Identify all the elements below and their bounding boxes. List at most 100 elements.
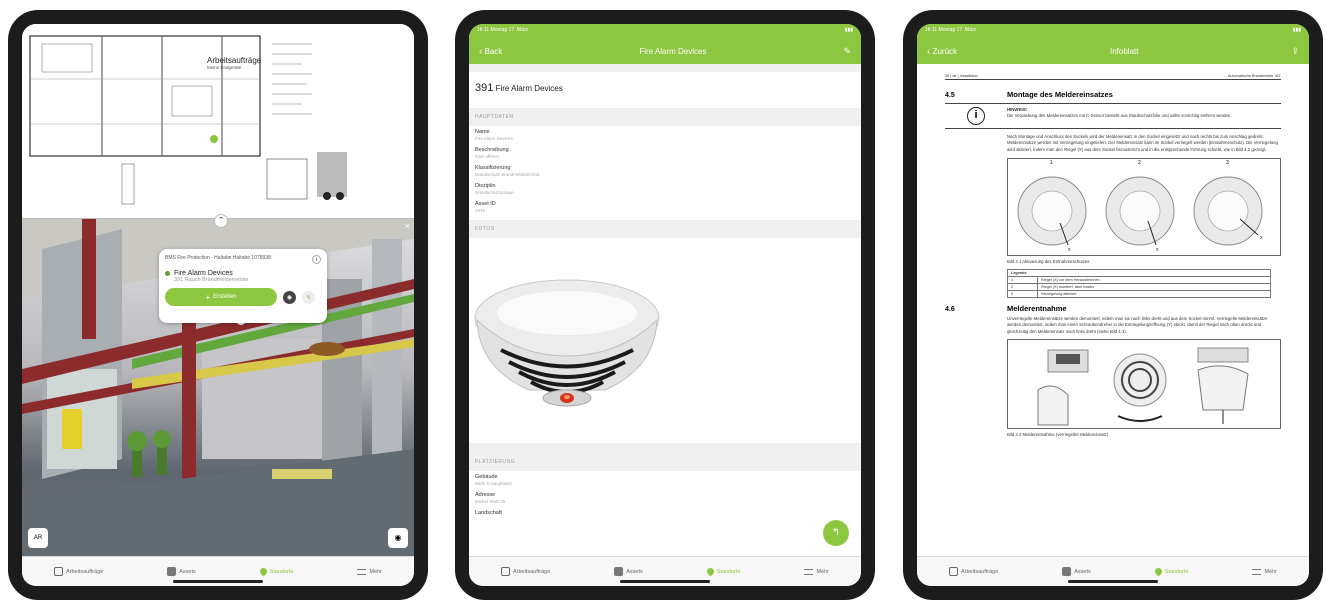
pin-icon <box>258 566 269 577</box>
field-building[interactable]: Gebäude Werk 5 Hauptwerk <box>469 471 861 489</box>
chevron-up-icon: ⌃ <box>218 217 224 224</box>
status-bar: 16:11 Montag 17. März ▮▮▮ <box>469 24 861 38</box>
back-button[interactable]: ‹ Zurück <box>927 46 957 57</box>
section-4-5-title: Montage des Meldereinsatzes <box>1007 90 1113 99</box>
main-fields: Name Fire Alarm Devices Beschreibung Ihrer… <box>469 126 861 216</box>
page-title: Fire Alarm Devices <box>639 46 707 56</box>
popup-header: BMS Fire Protection - Haltabe Haltabe 10… <box>165 255 271 261</box>
create-button[interactable]: + Erstellen <box>165 288 277 306</box>
tab-more[interactable]: Mehr <box>804 568 829 575</box>
section-main-data: HAUPTDATEN <box>469 108 861 126</box>
cube-icon <box>167 567 177 576</box>
figure-number-3: 3 <box>1226 160 1229 167</box>
info-icon: i <box>967 107 985 125</box>
menu-icon <box>804 568 814 575</box>
tab-work-orders[interactable]: Arbeitsaufträge <box>948 567 998 576</box>
info-icon[interactable]: i <box>312 255 321 264</box>
compass-icon[interactable]: ◉ <box>283 290 296 304</box>
tab-assets[interactable]: Assets <box>167 567 196 576</box>
home-indicator <box>620 580 710 583</box>
svg-text:x: x <box>1068 247 1071 253</box>
home-indicator <box>173 580 263 583</box>
figure-removal <box>1007 339 1281 430</box>
field-discipline[interactable]: Disziplin Brandschutzanlage <box>469 180 861 198</box>
cube-icon <box>1062 567 1072 576</box>
screen-ar: Arbeitsaufträge Meine Endgeräte ⌃ BMS Fi… <box>22 24 414 586</box>
smoke-detector-photo[interactable] <box>469 238 861 443</box>
screen-datasheet: 16:11 Montag 17. März ▮▮▮ ‹ Zurück Infobl… <box>917 24 1309 586</box>
ar-badge[interactable]: AR <box>28 528 48 548</box>
tab-work-orders[interactable]: Arbeitsaufträge <box>53 567 103 576</box>
figure-number-1: 1 <box>1050 160 1053 167</box>
tablet-ar-view: Arbeitsaufträge Meine Endgeräte ⌃ BMS Fi… <box>8 10 428 600</box>
tools-icon <box>948 567 958 576</box>
battery-icon: ▮▮▮ <box>844 27 853 33</box>
page-title: Infoblatt <box>1110 46 1139 56</box>
section-4-5-number: 4.5 <box>945 92 955 99</box>
tools-icon <box>53 567 63 576</box>
plus-icon: + <box>205 292 211 302</box>
section-4-6-title: Melderentnahme <box>1007 303 1067 313</box>
screen-asset-detail: 16:11 Montag 17. März ▮▮▮ ‹ Back Fire Ala… <box>469 24 861 586</box>
floor-plan[interactable]: Arbeitsaufträge Meine Endgeräte <box>22 24 414 219</box>
location-fields: Gebäude Werk 5 Hauptwerk Adresse Michel Wa… <box>469 471 861 519</box>
tab-locations[interactable]: Standorte <box>705 566 741 577</box>
eye-toggle-button[interactable]: ◉ <box>388 528 408 548</box>
close-icon[interactable]: × <box>405 221 410 231</box>
paragraph-removal: Unverriegelte Meldereinsätze werden demo… <box>1007 315 1268 334</box>
status-bar: 16:11 Montag 17. März ▮▮▮ <box>917 24 1309 38</box>
pin-icon <box>705 566 716 577</box>
field-address[interactable]: Adresse Michel Walz 25 <box>469 489 861 507</box>
pin-icon <box>1153 566 1164 577</box>
tab-work-orders[interactable]: Arbeitsaufträge <box>500 567 550 576</box>
field-name[interactable]: Name Fire Alarm Devices <box>469 126 861 144</box>
field-landscape[interactable]: Landschaft <box>469 507 861 519</box>
figure-mounting: x x x 1 2 3 <box>1007 158 1281 257</box>
nav-bar: ‹ Back Fire Alarm Devices ✎ <box>469 38 861 64</box>
tab-more[interactable]: Mehr <box>1252 568 1277 575</box>
eye-icon: ◉ <box>394 533 402 542</box>
asset-popup[interactable]: BMS Fire Protection - Haltabe Haltabe 10… <box>159 249 327 323</box>
section-location: PLATZIERUNG <box>469 453 861 471</box>
tablet-asset-detail: 16:11 Montag 17. März ▮▮▮ ‹ Back Fire Ala… <box>455 10 875 600</box>
cube-icon <box>614 567 624 576</box>
doc-header-left: 26 | de | Installation <box>945 74 978 78</box>
tab-locations[interactable]: Standorte <box>258 566 294 577</box>
plan-title: Arbeitsaufträge <box>207 56 262 65</box>
asset-heading: 391 Fire Alarm Devices <box>475 82 563 94</box>
route-icon[interactable]: ↯ <box>302 290 315 304</box>
tab-assets[interactable]: Assets <box>1062 567 1091 576</box>
ar-camera-view[interactable]: BMS Fire Protection - Haltabe Haltabe 10… <box>22 219 414 556</box>
paragraph-mounting: Nach Montage und Anschluss des Sockels w… <box>1007 134 1278 152</box>
figure-number-2: 2 <box>1138 160 1141 167</box>
popup-subtitle: 391 Rauch Brandmeldemelder <box>174 277 249 283</box>
tablet-datasheet: 16:11 Montag 17. März ▮▮▮ ‹ Zurück Infobl… <box>903 10 1323 600</box>
tab-locations[interactable]: Standorte <box>1153 566 1189 577</box>
svg-text:x: x <box>1260 235 1263 241</box>
field-description[interactable]: Beschreibung Ihrer offener <box>469 144 861 162</box>
field-classification[interactable]: Klassifizierung Brandschutz Brandmeldetec… <box>469 162 861 180</box>
home-indicator <box>1068 580 1158 583</box>
edit-icon[interactable]: ✎ <box>843 46 851 57</box>
svg-text:x: x <box>1156 247 1159 253</box>
figure-2-caption: Bild 4.2 Melderentnahme (verriegelter Me… <box>1007 432 1109 438</box>
tools-icon <box>500 567 510 576</box>
reply-icon: ↰ <box>831 527 841 538</box>
tab-more[interactable]: Mehr <box>357 568 382 575</box>
menu-icon <box>1252 568 1262 575</box>
menu-icon <box>357 568 367 575</box>
section-photos: FOTOS <box>469 220 861 238</box>
pdf-document[interactable]: 26 | de | Installation Automatische Bran… <box>945 74 1281 551</box>
field-asset-id[interactable]: Asset ID 1645 <box>469 198 861 216</box>
status-dot-icon <box>165 271 170 276</box>
nav-bar: ‹ Zurück Infoblatt ⇪ <box>917 38 1309 64</box>
tab-assets[interactable]: Assets <box>614 567 643 576</box>
doc-header-right: Automatische Brandmelder 4LT <box>1227 74 1281 78</box>
plan-subtitle: Meine Endgeräte <box>207 65 242 70</box>
back-button[interactable]: ‹ Back <box>479 46 502 57</box>
popup-title: Fire Alarm Devices <box>174 270 233 277</box>
battery-icon: ▮▮▮ <box>1292 27 1301 33</box>
collapse-plan-button[interactable]: ⌃ <box>214 214 228 228</box>
share-fab[interactable]: ↰ <box>823 520 849 546</box>
share-icon[interactable]: ⇪ <box>1291 46 1299 57</box>
